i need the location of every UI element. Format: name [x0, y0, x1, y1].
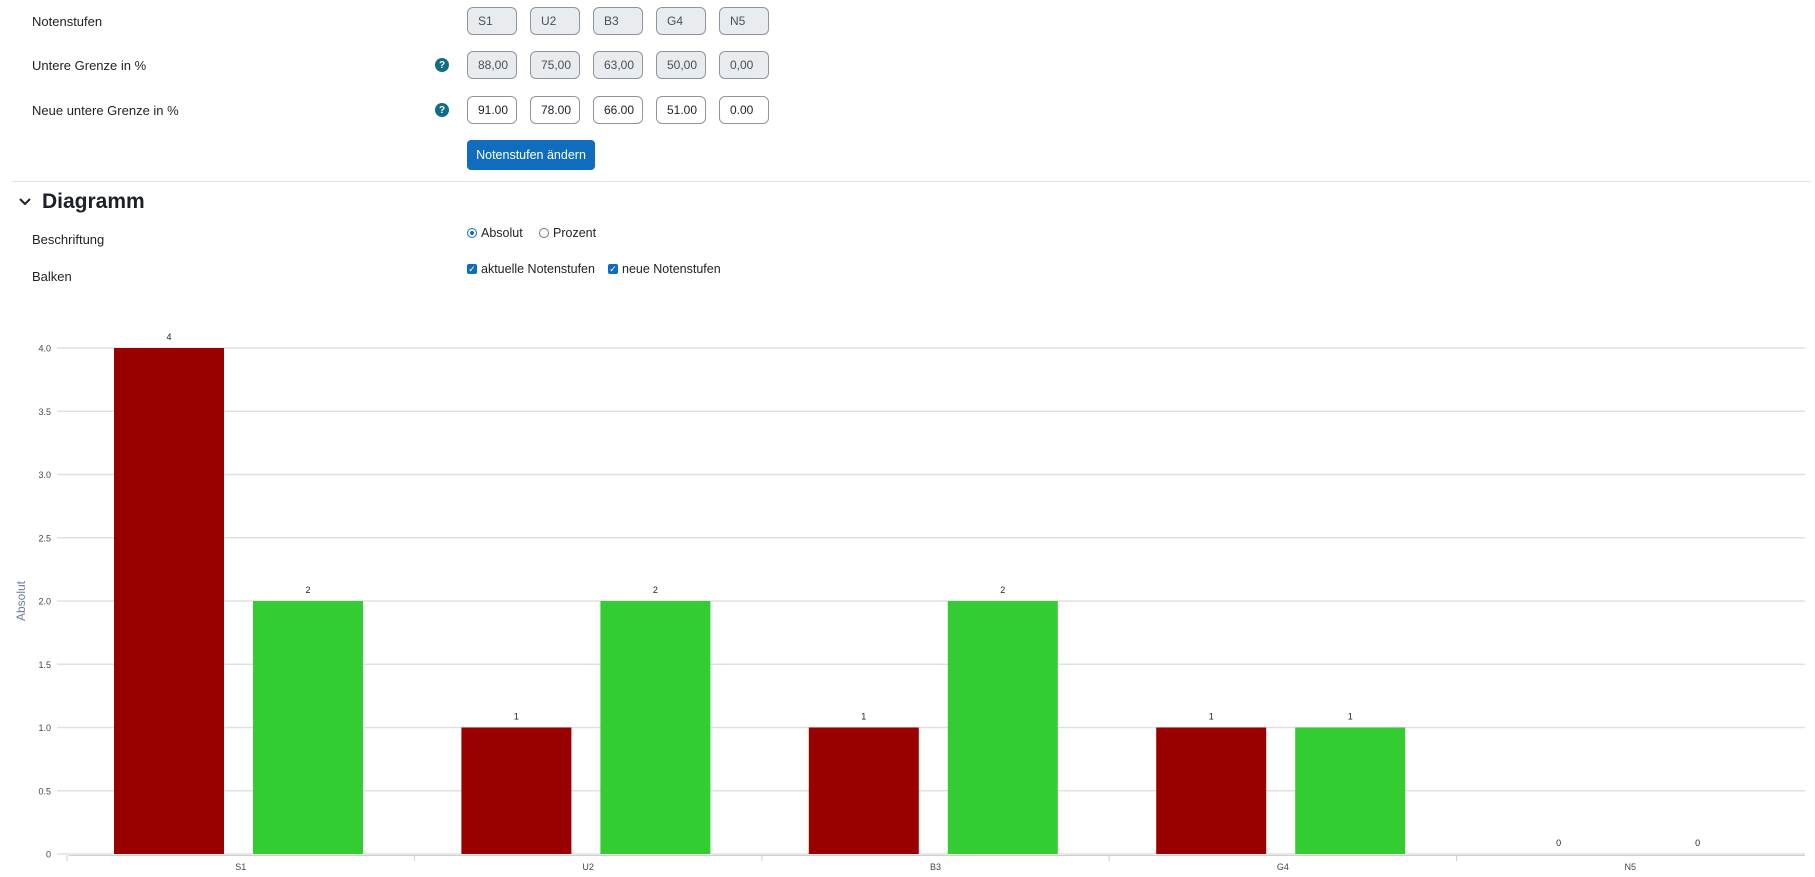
diagram-section-toggle[interactable]: Diagramm [18, 190, 145, 214]
checkbox-new-grades[interactable]: ✓ neue Notenstufen [608, 262, 721, 276]
lower-limit-field-2[interactable] [530, 51, 580, 79]
radio-unchecked-icon[interactable] [539, 228, 549, 238]
section-title: Diagramm [42, 190, 145, 213]
bar-G4-series-1 [1156, 727, 1267, 854]
y-tick-label: 4.0 [38, 344, 51, 354]
checkbox-current-grades[interactable]: ✓ aktuelle Notenstufen [467, 262, 595, 276]
grade-level-field-2[interactable] [530, 7, 580, 35]
new-lower-limit-field-3[interactable] [593, 96, 643, 124]
new-lower-limit-label: Neue untere Grenze in % [32, 103, 179, 118]
help-icon[interactable]: ? [435, 58, 449, 72]
data-label: 1 [1209, 712, 1214, 722]
radio-checked-icon[interactable] [467, 228, 477, 238]
y-axis-label: Absolut [14, 580, 28, 621]
y-tick-label: 2.0 [38, 597, 51, 607]
bars-label: Balken [32, 269, 72, 284]
y-tick-label: 3.0 [38, 470, 51, 480]
radio-absolut-label: Absolut [481, 226, 523, 240]
radio-prozent[interactable]: Prozent [539, 226, 596, 240]
data-label: 0 [1556, 838, 1561, 848]
grade-level-field-4[interactable] [656, 7, 706, 35]
change-grades-button[interactable]: Notenstufen ändern [467, 140, 595, 170]
lower-limit-field-3[interactable] [593, 51, 643, 79]
y-tick-label: 0.5 [38, 786, 51, 796]
checkbox-current-grades-label: aktuelle Notenstufen [481, 262, 595, 276]
lower-limit-field-4[interactable] [656, 51, 706, 79]
lower-limit-label: Untere Grenze in % [32, 58, 147, 73]
new-lower-limit-field-4[interactable] [656, 96, 706, 124]
y-tick-label: 0 [46, 850, 51, 860]
bar-U2-series-1 [461, 727, 572, 854]
labeling-label: Beschriftung [32, 232, 105, 247]
lower-limit-field-5[interactable] [719, 51, 769, 79]
y-tick-label: 1.0 [38, 723, 51, 733]
grade-level-field-3[interactable] [593, 7, 643, 35]
y-tick-label: 1.5 [38, 660, 51, 670]
bar-B3-series-1 [808, 727, 919, 854]
x-tick-label: B3 [930, 862, 941, 872]
grade-level-field-1[interactable] [467, 7, 517, 35]
chevron-down-icon [19, 198, 31, 206]
y-tick-label: 2.5 [38, 533, 51, 543]
checkbox-checked-icon[interactable]: ✓ [467, 264, 477, 274]
data-label: 1 [1348, 712, 1353, 722]
bar-U2-series-2 [600, 601, 711, 854]
new-lower-limit-field-1[interactable] [467, 96, 517, 124]
new-lower-limit-field-2[interactable] [530, 96, 580, 124]
x-tick-label: G4 [1277, 862, 1289, 872]
checkbox-checked-icon[interactable]: ✓ [608, 264, 618, 274]
lower-limit-field-1[interactable] [467, 51, 517, 79]
y-tick-label: 3.5 [38, 407, 51, 417]
data-label: 2 [653, 585, 658, 595]
bar-S1-series-2 [253, 601, 363, 854]
data-label: 4 [166, 332, 171, 342]
data-label: 2 [1000, 585, 1005, 595]
x-tick-label: S1 [235, 862, 246, 872]
checkbox-new-grades-label: neue Notenstufen [622, 262, 721, 276]
bar-B3-series-2 [947, 601, 1058, 854]
data-label: 1 [514, 712, 519, 722]
grade-level-field-5[interactable] [719, 7, 769, 35]
bar-chart: 0 0.5 1.0 1.5 2.0 2.5 3.0 3.5 4.0 Absolut S1 4 2 U2 1 2… [14, 332, 1805, 872]
data-label: 0 [1695, 838, 1700, 848]
help-icon[interactable]: ? [435, 103, 449, 117]
bar-G4-series-2 [1295, 727, 1406, 854]
grade-levels-label: Notenstufen [32, 14, 103, 29]
x-tick-label: N5 [1625, 862, 1637, 872]
bar-S1-series-1 [114, 348, 224, 854]
new-lower-limit-field-5[interactable] [719, 96, 769, 124]
data-label: 2 [305, 585, 310, 595]
radio-prozent-label: Prozent [553, 226, 597, 240]
section-divider [12, 181, 1811, 182]
x-tick-label: U2 [582, 862, 594, 872]
data-label: 1 [861, 712, 866, 722]
radio-absolut[interactable]: Absolut [467, 226, 523, 240]
